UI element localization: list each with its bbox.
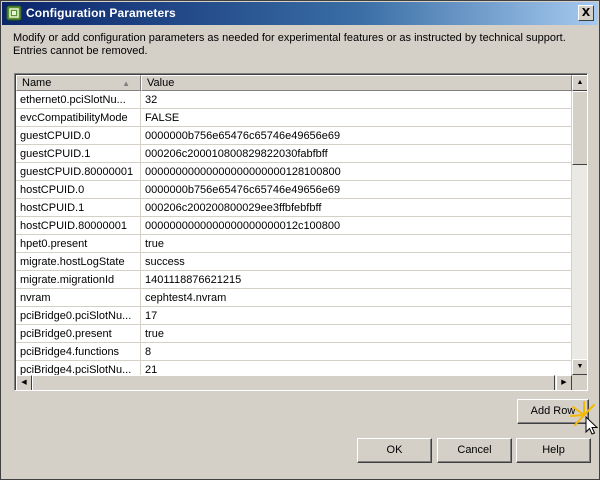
configuration-parameters-dialog: Configuration Parameters X Modify or add… [0, 0, 600, 480]
parameter-value-cell[interactable]: true [141, 235, 572, 253]
parameter-name-cell[interactable]: ethernet0.pciSlotNu... [16, 91, 141, 109]
parameter-name-cell[interactable]: guestCPUID.1 [16, 145, 141, 163]
table-row[interactable]: ethernet0.pciSlotNu... 32 [16, 91, 572, 109]
ok-button[interactable]: OK [357, 438, 432, 463]
cancel-button[interactable]: Cancel [437, 438, 512, 463]
table-row[interactable]: pciBridge0.present true [16, 325, 572, 343]
arrow-down-icon: ▼ [576, 363, 584, 370]
parameter-name-cell[interactable]: pciBridge0.present [16, 325, 141, 343]
table-row[interactable]: guestCPUID.1 000206c200010800829822030fab… [16, 145, 572, 163]
parameter-name-cell[interactable]: migrate.hostLogState [16, 253, 141, 271]
arrow-right-icon: ▶ [561, 379, 567, 386]
parameter-name-cell[interactable]: hostCPUID.0 [16, 181, 141, 199]
parameters-table: Name ▲ Value ethernet0.pciSlotNu... 32 evc… [14, 73, 588, 391]
scroll-left-button[interactable]: ◀ [16, 375, 32, 390]
sort-ascending-icon: ▲ [122, 79, 130, 88]
parameter-name-cell[interactable]: hostCPUID.1 [16, 199, 141, 217]
vertical-scroll-thumb[interactable] [572, 91, 587, 165]
parameter-name-cell[interactable]: pciBridge4.functions [16, 343, 141, 361]
table-body: ethernet0.pciSlotNu... 32 evcCompatibility… [16, 91, 572, 375]
parameter-value-cell[interactable]: cephtest4.nvram [141, 289, 572, 307]
parameter-value-cell[interactable]: 8 [141, 343, 572, 361]
horizontal-scroll-thumb[interactable] [32, 375, 555, 390]
parameter-value-cell[interactable]: 21 [141, 361, 572, 375]
scroll-right-button[interactable]: ▶ [556, 375, 572, 390]
parameter-value-cell[interactable]: 32 [141, 91, 572, 109]
table-row[interactable]: pciBridge4.functions 8 [16, 343, 572, 361]
close-icon: X [581, 6, 591, 19]
column-header-value[interactable]: Value [141, 75, 572, 91]
vm-config-icon [6, 5, 22, 21]
column-header-value-label: Value [147, 77, 175, 89]
close-button[interactable]: X [578, 5, 594, 21]
parameter-value-cell[interactable]: true [141, 325, 572, 343]
parameter-name-cell[interactable]: migrate.migrationId [16, 271, 141, 289]
parameter-value-cell[interactable]: 00000000000000000000000128100800 [141, 163, 572, 181]
vertical-scrollbar[interactable]: ▲ ▼ [572, 75, 587, 375]
window-title: Configuration Parameters [26, 6, 176, 20]
table-header: Name ▲ Value [16, 75, 572, 91]
horizontal-scrollbar[interactable]: ◀ ▶ [16, 375, 572, 390]
table-row[interactable]: hostCPUID.0 0000000b756e65476c65746e49656… [16, 181, 572, 199]
parameter-value-cell[interactable]: 000206c200200800029ee3ffbfebfbff [141, 199, 572, 217]
parameter-name-cell[interactable]: pciBridge0.pciSlotNu... [16, 307, 141, 325]
parameter-value-cell[interactable]: 0000000b756e65476c65746e49656e69 [141, 127, 572, 145]
parameter-name-cell[interactable]: hpet0.present [16, 235, 141, 253]
parameter-name-cell[interactable]: pciBridge4.pciSlotNu... [16, 361, 141, 375]
parameter-value-cell[interactable]: 17 [141, 307, 572, 325]
table-row[interactable]: migrate.hostLogState success [16, 253, 572, 271]
parameter-name-cell[interactable]: evcCompatibilityMode [16, 109, 141, 127]
description-text: Modify or add configuration parameters a… [13, 32, 566, 57]
table-row[interactable]: hpet0.present true [16, 235, 572, 253]
scrollbar-corner [572, 375, 587, 390]
parameter-value-cell[interactable]: 1401118876621215 [141, 271, 572, 289]
scroll-down-button[interactable]: ▼ [572, 359, 587, 375]
table-row[interactable]: nvram cephtest4.nvram [16, 289, 572, 307]
table-row[interactable]: guestCPUID.0 0000000b756e65476c65746e4965… [16, 127, 572, 145]
mouse-cursor-icon [570, 401, 599, 435]
parameter-value-cell[interactable]: 000206c200010800829822030fabfbff [141, 145, 572, 163]
table-row[interactable]: migrate.migrationId 1401118876621215 [16, 271, 572, 289]
parameter-value-cell[interactable]: 0000000000000000000000012c100800 [141, 217, 572, 235]
table-row[interactable]: hostCPUID.80000001 0000000000000000000000… [16, 217, 572, 235]
arrow-up-icon: ▲ [576, 79, 584, 86]
parameter-name-cell[interactable]: guestCPUID.0 [16, 127, 141, 145]
help-button[interactable]: Help [516, 438, 591, 463]
parameter-name-cell[interactable]: nvram [16, 289, 141, 307]
parameter-name-cell[interactable]: hostCPUID.80000001 [16, 217, 141, 235]
table-row[interactable]: guestCPUID.80000001 000000000000000000000… [16, 163, 572, 181]
parameter-value-cell[interactable]: success [141, 253, 572, 271]
parameter-value-cell[interactable]: FALSE [141, 109, 572, 127]
arrow-left-icon: ◀ [21, 379, 27, 386]
table-row[interactable]: pciBridge0.pciSlotNu... 17 [16, 307, 572, 325]
parameter-value-cell[interactable]: 0000000b756e65476c65746e49656e69 [141, 181, 572, 199]
column-header-name-label: Name [22, 77, 52, 89]
title-bar[interactable]: Configuration Parameters X [2, 2, 598, 25]
table-row[interactable]: pciBridge4.pciSlotNu... 21 [16, 361, 572, 375]
parameter-name-cell[interactable]: guestCPUID.80000001 [16, 163, 141, 181]
table-row[interactable]: evcCompatibilityMode FALSE [16, 109, 572, 127]
column-header-name[interactable]: Name ▲ [16, 75, 141, 91]
scroll-up-button[interactable]: ▲ [572, 75, 587, 91]
table-row[interactable]: hostCPUID.1 000206c200200800029ee3ffbfebf… [16, 199, 572, 217]
